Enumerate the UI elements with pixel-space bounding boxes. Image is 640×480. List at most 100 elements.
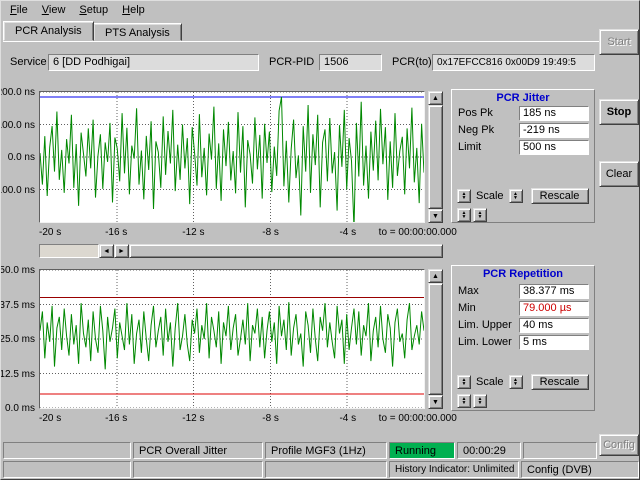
tab-pcr-analysis[interactable]: PCR Analysis [3,21,94,41]
scrollbar-trough[interactable] [39,244,99,258]
scroll-down-button[interactable]: ▼ [428,209,443,223]
config-button[interactable]: Config [599,434,639,456]
scroll-up-button[interactable]: ▲ [428,91,443,105]
spin-down-icon: ▼ [478,215,483,219]
menu-view[interactable]: View [35,2,73,18]
up-arrow-icon: ▲ [432,95,439,102]
scroll-right-button[interactable]: ► [114,244,129,258]
x-axis-end-label: to = 00:00:00.000 [379,413,457,424]
scroll-down-button[interactable]: ▼ [428,395,443,409]
scale-decrease-spinner[interactable]: ▲▼ [457,375,471,389]
jitter-vertical-scrollbar[interactable]: ▲ ▼ [428,91,443,223]
pcr-to-value: 0x17EFCC816 0x00D9 19:49:5 [432,54,595,71]
x-scale-increase-spinner[interactable]: ▲▼ [473,394,487,408]
neg-pk-value: -219 ns [519,123,589,138]
left-arrow-icon: ◄ [103,248,110,255]
bottom-cell-empty [133,461,263,478]
status-cell-empty [523,442,597,459]
max-value: 38.377 ms [519,284,589,299]
rescale-button[interactable]: Rescale [531,188,589,204]
scale-increase-spinner[interactable]: ▲▼ [509,189,523,203]
scrollbar-thumb[interactable] [428,105,443,209]
status-elapsed-time: 00:00:29 [457,442,521,459]
y-tick-label: 0.0 ms [5,403,35,414]
status-running-badge: Running [389,442,455,459]
pcr-repetition-title: PCR Repetition [452,268,594,280]
app-window: FileViewSetupHelp PCR Analysis PTS Analy… [0,0,640,480]
y-tick-label: 100.0 ns [0,120,35,131]
lim-upper-value: 40 ms [519,318,589,333]
x-tick-label: -20 s [39,227,61,238]
start-button[interactable]: Start [599,29,639,55]
spin-down-icon: ▼ [513,196,518,200]
min-label: Min [458,301,476,316]
x-tick-label: -8 s [262,413,279,424]
pos-pk-label: Pos Pk [458,106,493,121]
spin-down-icon: ▼ [462,382,467,386]
service-value[interactable]: 6 [DD Podhigai] [48,54,259,71]
scroll-left-button[interactable]: ◄ [99,244,114,258]
stop-button[interactable]: Stop [599,99,639,125]
spin-down-icon: ▼ [462,215,467,219]
y-tick-label: 50.0 ms [0,265,35,276]
x-scale-decrease-spinner[interactable]: ▲▼ [457,394,471,408]
x-tick-label: -20 s [39,413,61,424]
lim-upper-label: Lim. Upper [458,318,512,333]
menu-setup[interactable]: Setup [72,2,115,18]
panel-top-edge [3,41,639,42]
service-label: Service [10,55,47,70]
min-value: 79.000 µs [519,301,589,316]
y-tick-label: 37.5 ms [0,300,35,311]
scale-label: Scale [473,376,507,388]
status-analysis-mode: PCR Overall Jitter [133,442,263,459]
y-tick-label: 0.0 ns [8,152,35,163]
y-tick-label: 200.0 ns [0,87,35,98]
y-tick-label: 12.5 ms [0,369,35,380]
scale-increase-spinner[interactable]: ▲▼ [509,375,523,389]
y-tick-label: 25.0 ms [0,334,35,345]
x-tick-label: -16 s [105,227,127,238]
x-axis-end-label: to = 00:00:00.000 [379,227,457,238]
history-indicator: History Indicator: Unlimited [389,461,519,478]
scrollbar-thumb[interactable] [129,244,443,258]
menu-bar: FileViewSetupHelp [1,1,639,19]
repetition-chart [39,269,425,409]
rescale-button[interactable]: Rescale [531,374,589,390]
tab-pts-analysis[interactable]: PTS Analysis [93,23,182,41]
limit-value: 500 ns [519,140,589,155]
spin-down-icon: ▼ [462,196,467,200]
pcr-jitter-panel: PCR Jitter Pos Pk 185 ns Neg Pk -219 ns … [451,89,595,223]
x-scale-decrease-spinner[interactable]: ▲▼ [457,208,471,222]
x-tick-label: -4 s [339,227,356,238]
repetition-vertical-scrollbar[interactable]: ▲ ▼ [428,269,443,409]
lim-lower-label: Lim. Lower [458,335,512,350]
jitter-chart-svg [40,92,424,222]
menu-file[interactable]: File [3,2,35,18]
x-tick-label: -4 s [339,413,356,424]
pcr-to-label: PCR(to) [392,55,432,70]
config-indicator: Config (DVB) [521,461,639,478]
down-arrow-icon: ▼ [432,399,439,406]
jitter-horizontal-scrollbar[interactable]: ◄ ► [39,244,443,258]
y-tick-label: -100.0 ns [0,185,35,196]
scale-label: Scale [473,190,507,202]
pcr-jitter-title: PCR Jitter [452,92,594,104]
clear-button[interactable]: Clear [599,161,639,187]
menu-help[interactable]: Help [115,2,152,18]
jitter-x-axis-labels: -20 s-16 s-12 s-8 s-4 sto = 00:00:00.000 [39,227,579,239]
x-tick-label: -12 s [182,227,204,238]
up-arrow-icon: ▲ [432,273,439,280]
pos-pk-value: 185 ns [519,106,589,121]
jitter-y-axis-labels: 200.0 ns100.0 ns0.0 ns-100.0 ns [1,91,37,223]
spin-down-icon: ▼ [478,401,483,405]
max-label: Max [458,284,479,299]
pcr-pid-value: 1506 [319,54,382,71]
scrollbar-thumb[interactable] [428,283,443,395]
spin-down-icon: ▼ [462,401,467,405]
x-tick-label: -16 s [105,413,127,424]
pcr-repetition-panel: PCR Repetition Max 38.377 ms Min 79.000 … [451,265,595,411]
scroll-up-button[interactable]: ▲ [428,269,443,283]
x-scale-increase-spinner[interactable]: ▲▼ [473,208,487,222]
limit-label: Limit [458,140,481,155]
scale-decrease-spinner[interactable]: ▲▼ [457,189,471,203]
